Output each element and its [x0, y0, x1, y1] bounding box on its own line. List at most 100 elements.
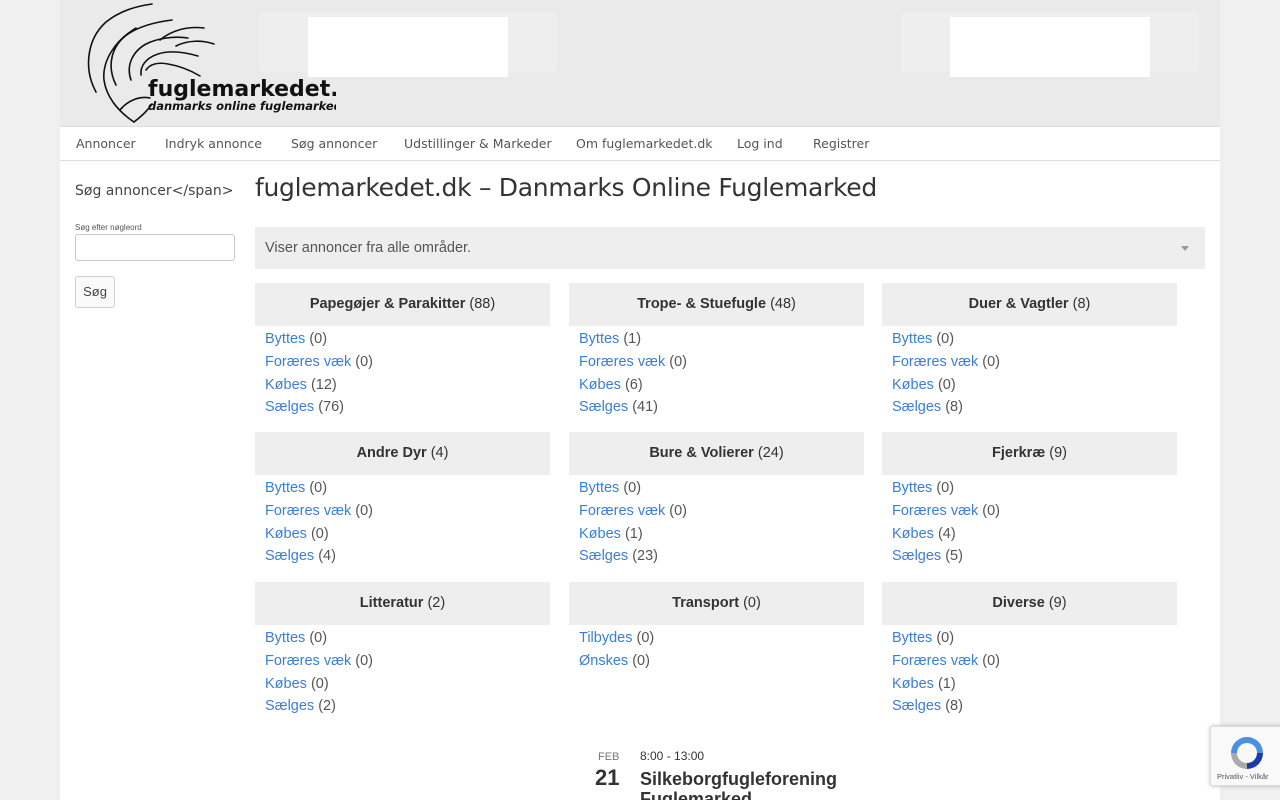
list-item: Byttes (0) [579, 480, 854, 503]
subcategory-count: (1) [623, 331, 642, 347]
sidebar-title: Søg annoncer</span> [75, 183, 234, 199]
subcategory-link[interactable]: Tilbydes [579, 630, 632, 646]
subcategory-link[interactable]: Købes [265, 676, 307, 692]
region-selector[interactable]: Viser annoncer fra alle områder. [255, 227, 1205, 269]
list-item: Købes (1) [579, 526, 854, 549]
subcategory-link[interactable]: Foræres væk [579, 354, 665, 370]
subcategory-link[interactable]: Byttes [579, 331, 619, 347]
keyword-input[interactable] [75, 234, 235, 261]
subcategory-count: (4) [318, 548, 336, 565]
subcategory-link[interactable]: Byttes [892, 630, 932, 646]
subcategory-link[interactable]: Købes [892, 377, 934, 393]
subcategory-count: (0) [309, 630, 328, 646]
subcategory-link[interactable]: Byttes [265, 630, 305, 646]
event-title[interactable]: Silkeborgfugleforening Fuglemarked [640, 769, 880, 800]
subcategory-count: (0) [669, 353, 687, 370]
keyword-label: Søg efter nøgleord [75, 223, 142, 232]
list-item: Købes (12) [265, 377, 540, 400]
subcategory-count: (0) [982, 502, 1000, 519]
subcategory-link[interactable]: Købes [892, 676, 934, 692]
subcategory-link[interactable]: Foræres væk [892, 653, 978, 669]
subcategory-link[interactable]: Byttes [892, 331, 932, 347]
region-selector-text: Viser annoncer fra alle områder. [265, 240, 472, 256]
subcategory-link[interactable]: Foræres væk [265, 503, 351, 519]
list-item: Sælges (23) [579, 548, 854, 571]
category-name[interactable]: Duer & Vagtler [969, 296, 1069, 312]
subcategory-count: (41) [632, 399, 658, 416]
subcategory-count: (23) [632, 548, 658, 565]
category-name[interactable]: Papegøjer & Parakitter [310, 296, 466, 312]
category-block: Diverse (9) Byttes (0) Foræres væk (0) Købe… [882, 582, 1177, 721]
category-name[interactable]: Transport [672, 595, 739, 611]
category-header: Diverse (9) [882, 582, 1177, 625]
category-header: Trope- & Stuefugle (48) [569, 283, 864, 326]
subcategory-link[interactable]: Foræres væk [892, 354, 978, 370]
subcategory-count: (5) [945, 548, 963, 565]
page-title: fuglemarkedet.dk – Danmarks Online Fugle… [255, 173, 877, 202]
subcategory-link[interactable]: Ønskes [579, 653, 628, 669]
nav-item-indryk-annonce[interactable]: Indryk annonce [165, 136, 262, 151]
subcategory-count: (0) [310, 675, 329, 692]
svg-text:danmarks online fuglemarked: danmarks online fuglemarked [148, 99, 336, 113]
event-card-left [259, 12, 557, 77]
subcategory-count: (8) [945, 698, 963, 715]
nav-item-udstillinger[interactable]: Udstillinger & Markeder [404, 136, 552, 151]
subcategory-link[interactable]: Foræres væk [265, 653, 351, 669]
subcategory-link[interactable]: Foræres væk [265, 354, 351, 370]
search-button[interactable]: Søg [75, 276, 115, 308]
category-count: (9) [1048, 595, 1067, 611]
category-header: Litteratur (2) [255, 582, 550, 625]
list-item: Købes (0) [265, 526, 540, 549]
recaptcha-footer[interactable]: Privatliv - Vilkår [1217, 772, 1269, 781]
subcategory-link[interactable]: Købes [579, 526, 621, 542]
list-item: Sælges (4) [265, 548, 540, 571]
subcategory-link[interactable]: Sælges [892, 698, 941, 714]
list-item: Købes (0) [265, 676, 540, 699]
category-list: Byttes (0) Foræres væk (0) Købes (1) Sælges… [882, 625, 1177, 721]
category-block: Duer & Vagtler (8) Byttes (0) Foræres væk … [882, 283, 1177, 422]
subcategory-link[interactable]: Sælges [579, 548, 628, 564]
subcategory-link[interactable]: Købes [265, 377, 307, 393]
nav-item-annoncer[interactable]: Annoncer [76, 136, 136, 151]
subcategory-count: (0) [937, 376, 956, 393]
subcategory-count: (1) [624, 525, 643, 542]
category-name[interactable]: Bure & Volierer [649, 445, 754, 461]
nav-item-om[interactable]: Om fuglemarkedet.dk [576, 136, 713, 151]
subcategory-link[interactable]: Sælges [892, 548, 941, 564]
subcategory-link[interactable]: Sælges [265, 698, 314, 714]
category-name[interactable]: Trope- & Stuefugle [637, 296, 766, 312]
subcategory-link[interactable]: Byttes [579, 480, 619, 496]
subcategory-count: (0) [309, 480, 328, 496]
nav-item-registrer[interactable]: Registrer [813, 136, 869, 151]
event-card-right [901, 12, 1199, 77]
category-count: (9) [1049, 445, 1067, 461]
category-name[interactable]: Fjerkræ [992, 445, 1045, 461]
subcategory-link[interactable]: Sælges [892, 399, 941, 415]
category-block: Fjerkræ (9) Byttes (0) Foræres væk (0) Købe… [882, 432, 1177, 571]
category-header: Papegøjer & Parakitter (88) [255, 283, 550, 326]
category-name[interactable]: Andre Dyr [357, 445, 427, 461]
event-time: 8:00 - 13:00 [640, 749, 705, 763]
subcategory-link[interactable]: Byttes [265, 331, 305, 347]
subcategory-link[interactable]: Købes [265, 526, 307, 542]
event-day: 21 [595, 765, 620, 790]
subcategory-link[interactable]: Byttes [265, 480, 305, 496]
subcategory-link[interactable]: Foræres væk [892, 503, 978, 519]
category-name[interactable]: Diverse [992, 595, 1044, 611]
category-name[interactable]: Litteratur [360, 595, 424, 611]
subcategory-link[interactable]: Sælges [579, 399, 628, 415]
recaptcha-badge[interactable]: Privatliv - Vilkår [1210, 726, 1280, 786]
subcategory-link[interactable]: Købes [892, 526, 934, 542]
subcategory-link[interactable]: Sælges [265, 548, 314, 564]
category-list: Byttes (0) Foræres væk (0) Købes (0) Sælges… [255, 475, 550, 571]
subcategory-link[interactable]: Købes [579, 377, 621, 393]
subcategory-link[interactable]: Byttes [892, 480, 932, 496]
list-item: Byttes (0) [892, 331, 1167, 354]
subcategory-link[interactable]: Sælges [265, 399, 314, 415]
nav-item-log-ind[interactable]: Log ind [737, 136, 783, 151]
category-block: Litteratur (2) Byttes (0) Foræres væk (0) K… [255, 582, 550, 721]
nav-item-soeg-annoncer[interactable]: Søg annoncer [291, 136, 377, 151]
list-item: Foræres væk (0) [265, 354, 540, 377]
subcategory-count: (0) [623, 480, 642, 496]
subcategory-link[interactable]: Foræres væk [579, 503, 665, 519]
